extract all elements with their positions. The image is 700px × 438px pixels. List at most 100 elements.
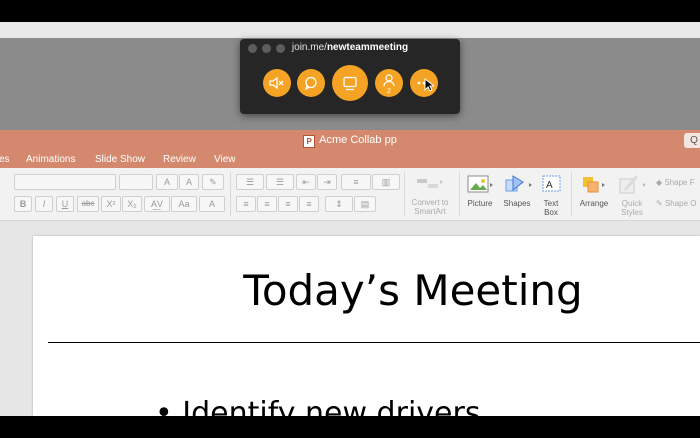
window-strip [0,22,700,38]
align-left-button[interactable]: ≡ [236,196,256,212]
outdent-icon: ⇤ [302,177,310,187]
ribbon-toolbar: A A ✎ B I U abc X² X₂ A͟V Aa A ☰ ☰ ⇤ ⇥ ≡… [0,168,700,221]
align-center-icon: ≡ [264,199,270,209]
picture-button[interactable]: Picture [460,199,500,208]
tab-slide-show[interactable]: Slide Show [95,154,145,165]
quick-styles-line1: Quick [621,199,643,208]
speaker-mute-icon [269,76,285,90]
indent-icon: ⇥ [323,177,331,187]
case-icon: Aa [178,199,190,209]
italic-button[interactable]: I [35,196,53,212]
convert-smartart-line2: SmartArt [414,207,446,216]
font-name-dropdown[interactable] [14,174,116,190]
shape-fill-button[interactable]: ◆ Shape F [656,178,700,187]
spacing-icon: A͟V [150,199,163,209]
quick-styles-icon[interactable] [617,174,649,201]
arrange-button[interactable]: Arrange [574,199,614,208]
meeting-url-prefix: join.me/ [291,42,327,53]
numbering-icon: ☰ [275,177,285,187]
letterbox-top [0,0,700,22]
quick-styles-button[interactable]: Quick Styles [612,199,652,217]
align-left-icon: ≡ [243,199,249,209]
align-center-button[interactable]: ≡ [257,196,277,212]
pen-icon: ✎ [656,199,665,208]
tab-slides[interactable]: es [0,154,10,165]
bold-button[interactable]: B [14,196,32,212]
align-text-button[interactable]: ▤ [354,196,376,212]
bullets-dropdown[interactable]: ☰ [236,174,264,190]
tab-view[interactable]: View [214,154,236,165]
quick-styles-line2: Styles [621,208,643,217]
underline-button[interactable]: U [56,196,74,212]
text-box-icon[interactable]: A [541,173,563,200]
participants-button[interactable]: 2 [375,69,403,97]
decrease-font-button[interactable]: A [179,174,199,190]
ribbon-separator [571,172,572,216]
ribbon-separator [459,172,460,216]
align-text-icon: ▤ [360,199,370,209]
decrease-indent-button[interactable]: ⇤ [296,174,316,190]
app-title-bar: P Acme Collab pp Q [0,130,700,152]
line-spacing-icon: ≡ [353,177,359,187]
meeting-room-name: newteammeeting [326,42,409,53]
shape-outline-label: Shape O [664,199,697,208]
text-box-button[interactable]: Text Box [536,199,566,217]
mute-button[interactable] [263,69,291,97]
chat-button[interactable] [297,69,325,97]
clear-format-button[interactable]: ✎ [202,174,224,190]
font-size-dropdown[interactable] [119,174,153,190]
text-box-line2: Box [544,208,558,217]
increase-indent-button[interactable]: ⇥ [317,174,337,190]
shapes-icon[interactable] [503,174,535,201]
window-title-text: Acme Collab pp [319,134,397,146]
shape-outline-button[interactable]: ✎ Shape O [656,199,700,208]
bullets-icon: ☰ [245,177,255,187]
slide-title[interactable]: Today’s Meeting [33,266,700,315]
smartart-icon[interactable] [414,174,446,201]
screen: join.me/newteammeeting 2 P Acme Collab p… [0,0,700,438]
tab-review[interactable]: Review [163,154,196,165]
align-right-icon: ≡ [285,199,291,209]
align-right-button[interactable]: ≡ [278,196,298,212]
character-spacing-dropdown[interactable]: A͟V [144,196,170,212]
convert-smartart-label[interactable]: Convert to SmartArt [404,198,456,216]
justify-button[interactable]: ≡ [299,196,319,212]
shape-fill-label: Shape F [664,178,695,187]
title-divider [48,342,700,343]
text-direction-icon: ⇕ [335,199,343,209]
shapes-button[interactable]: Shapes [499,199,535,208]
participants-count: 2 [387,88,391,95]
presentation-file-icon: P [303,135,316,148]
person-icon [383,74,395,87]
font-color-icon: A [208,199,215,209]
arrange-icon[interactable] [580,174,610,201]
window-title: P Acme Collab pp [0,134,700,148]
eraser-icon: ✎ [209,177,217,187]
text-direction-dropdown[interactable]: ⇕ [325,196,353,212]
justify-icon: ≡ [306,199,312,209]
convert-smartart-line1: Convert to [411,198,449,207]
slide-bullet-text: Identify new drivers [182,396,481,416]
columns-icon: ▥ [381,177,391,187]
meeting-url[interactable]: join.me/newteammeeting [240,42,460,53]
tab-animations[interactable]: Animations [26,154,75,165]
numbering-dropdown[interactable]: ☰ [266,174,294,190]
chat-bubble-icon [304,76,318,90]
letterbox-bottom [0,416,700,438]
text-box-line1: Text [543,199,559,208]
change-case-dropdown[interactable]: Aa [171,196,197,212]
subscript-button[interactable]: X₂ [122,196,142,212]
superscript-button[interactable]: X² [101,196,121,212]
slide[interactable]: Today’s Meeting • Identify new drivers [33,236,700,416]
columns-dropdown[interactable]: ▥ [372,174,400,190]
screen-share-icon [342,76,358,91]
meeting-toolbar: join.me/newteammeeting 2 [240,39,460,114]
screen-share-button[interactable] [332,65,368,101]
slide-bullet[interactable]: • Identify new drivers [155,396,480,416]
strikethrough-button[interactable]: abc [77,196,99,212]
font-color-dropdown[interactable]: A [199,196,225,212]
picture-icon[interactable] [466,174,496,201]
search-button[interactable]: Q [684,133,700,148]
line-spacing-dropdown[interactable]: ≡ [341,174,371,190]
increase-font-button[interactable]: A [156,174,178,190]
